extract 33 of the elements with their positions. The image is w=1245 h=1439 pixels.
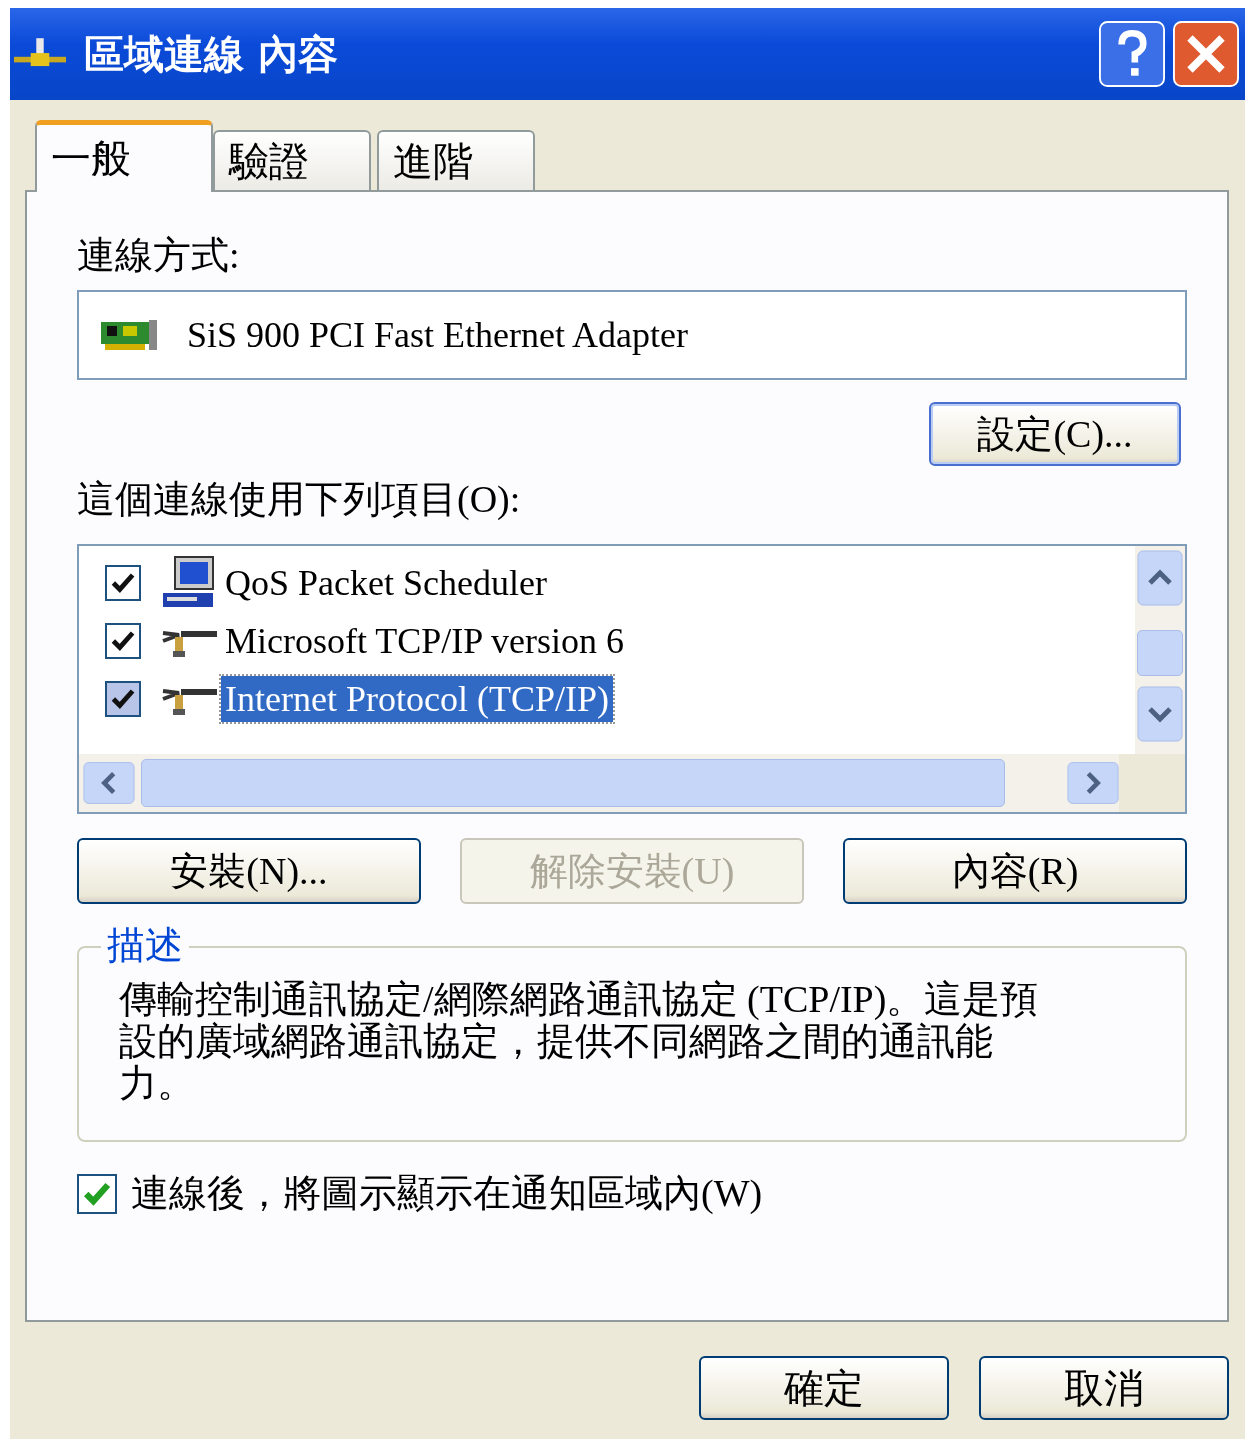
component-item[interactable]: Microsoft TCP/IP version 6 [221, 618, 628, 664]
scroll-thumb[interactable] [141, 759, 1005, 807]
adapter-name: SiS 900 PCI Fast Ethernet Adapter [187, 314, 688, 356]
component-item[interactable]: QoS Packet Scheduler [221, 560, 551, 606]
scroll-left-icon[interactable] [83, 760, 135, 806]
description-text: 傳輸控制通訊協定/網際網路通訊協定 (TCP/IP)。這是預設的廣域網路通訊協定，提供不同網路之間的通訊能力。 [119, 978, 1040, 1106]
help-icon[interactable] [1099, 21, 1165, 87]
vertical-scrollbar[interactable] [1135, 546, 1185, 754]
connect-using-label: 連線方式: [77, 233, 241, 278]
scroll-right-icon[interactable] [1067, 760, 1119, 806]
dialog-button[interactable]: 確定 [699, 1356, 949, 1420]
horizontal-scrollbar[interactable] [79, 754, 1185, 812]
action-button[interactable]: 內容(R) [843, 838, 1187, 904]
scrollbar-corner [1119, 754, 1185, 812]
checkbox[interactable] [105, 681, 141, 717]
configure-button[interactable]: 設定(C)... [929, 402, 1181, 466]
component-item[interactable]: Internet Protocol (TCP/IP) [221, 676, 613, 722]
close-icon[interactable] [1173, 21, 1239, 87]
scroll-down-icon[interactable] [1137, 686, 1183, 742]
tab[interactable]: 驗證 [213, 130, 371, 190]
components-label: 這個連線使用下列項目(O): [77, 477, 522, 522]
action-button[interactable]: 安裝(N)... [77, 838, 421, 904]
checkbox[interactable] [77, 1173, 117, 1214]
dialog-button[interactable]: 取消 [979, 1356, 1229, 1420]
scroll-up-icon[interactable] [1137, 550, 1183, 606]
tab[interactable]: 一般 [35, 120, 213, 192]
scroll-thumb[interactable] [1137, 630, 1183, 676]
window-title: 區域連線 內容 [84, 29, 338, 79]
tab[interactable]: 進階 [377, 130, 535, 190]
notify-label[interactable]: 連線後，將圖示顯示在通知區域內(W) [131, 1168, 763, 1219]
checkbox[interactable] [105, 623, 141, 659]
checkbox[interactable] [105, 565, 141, 601]
network-card-icon [101, 318, 157, 352]
